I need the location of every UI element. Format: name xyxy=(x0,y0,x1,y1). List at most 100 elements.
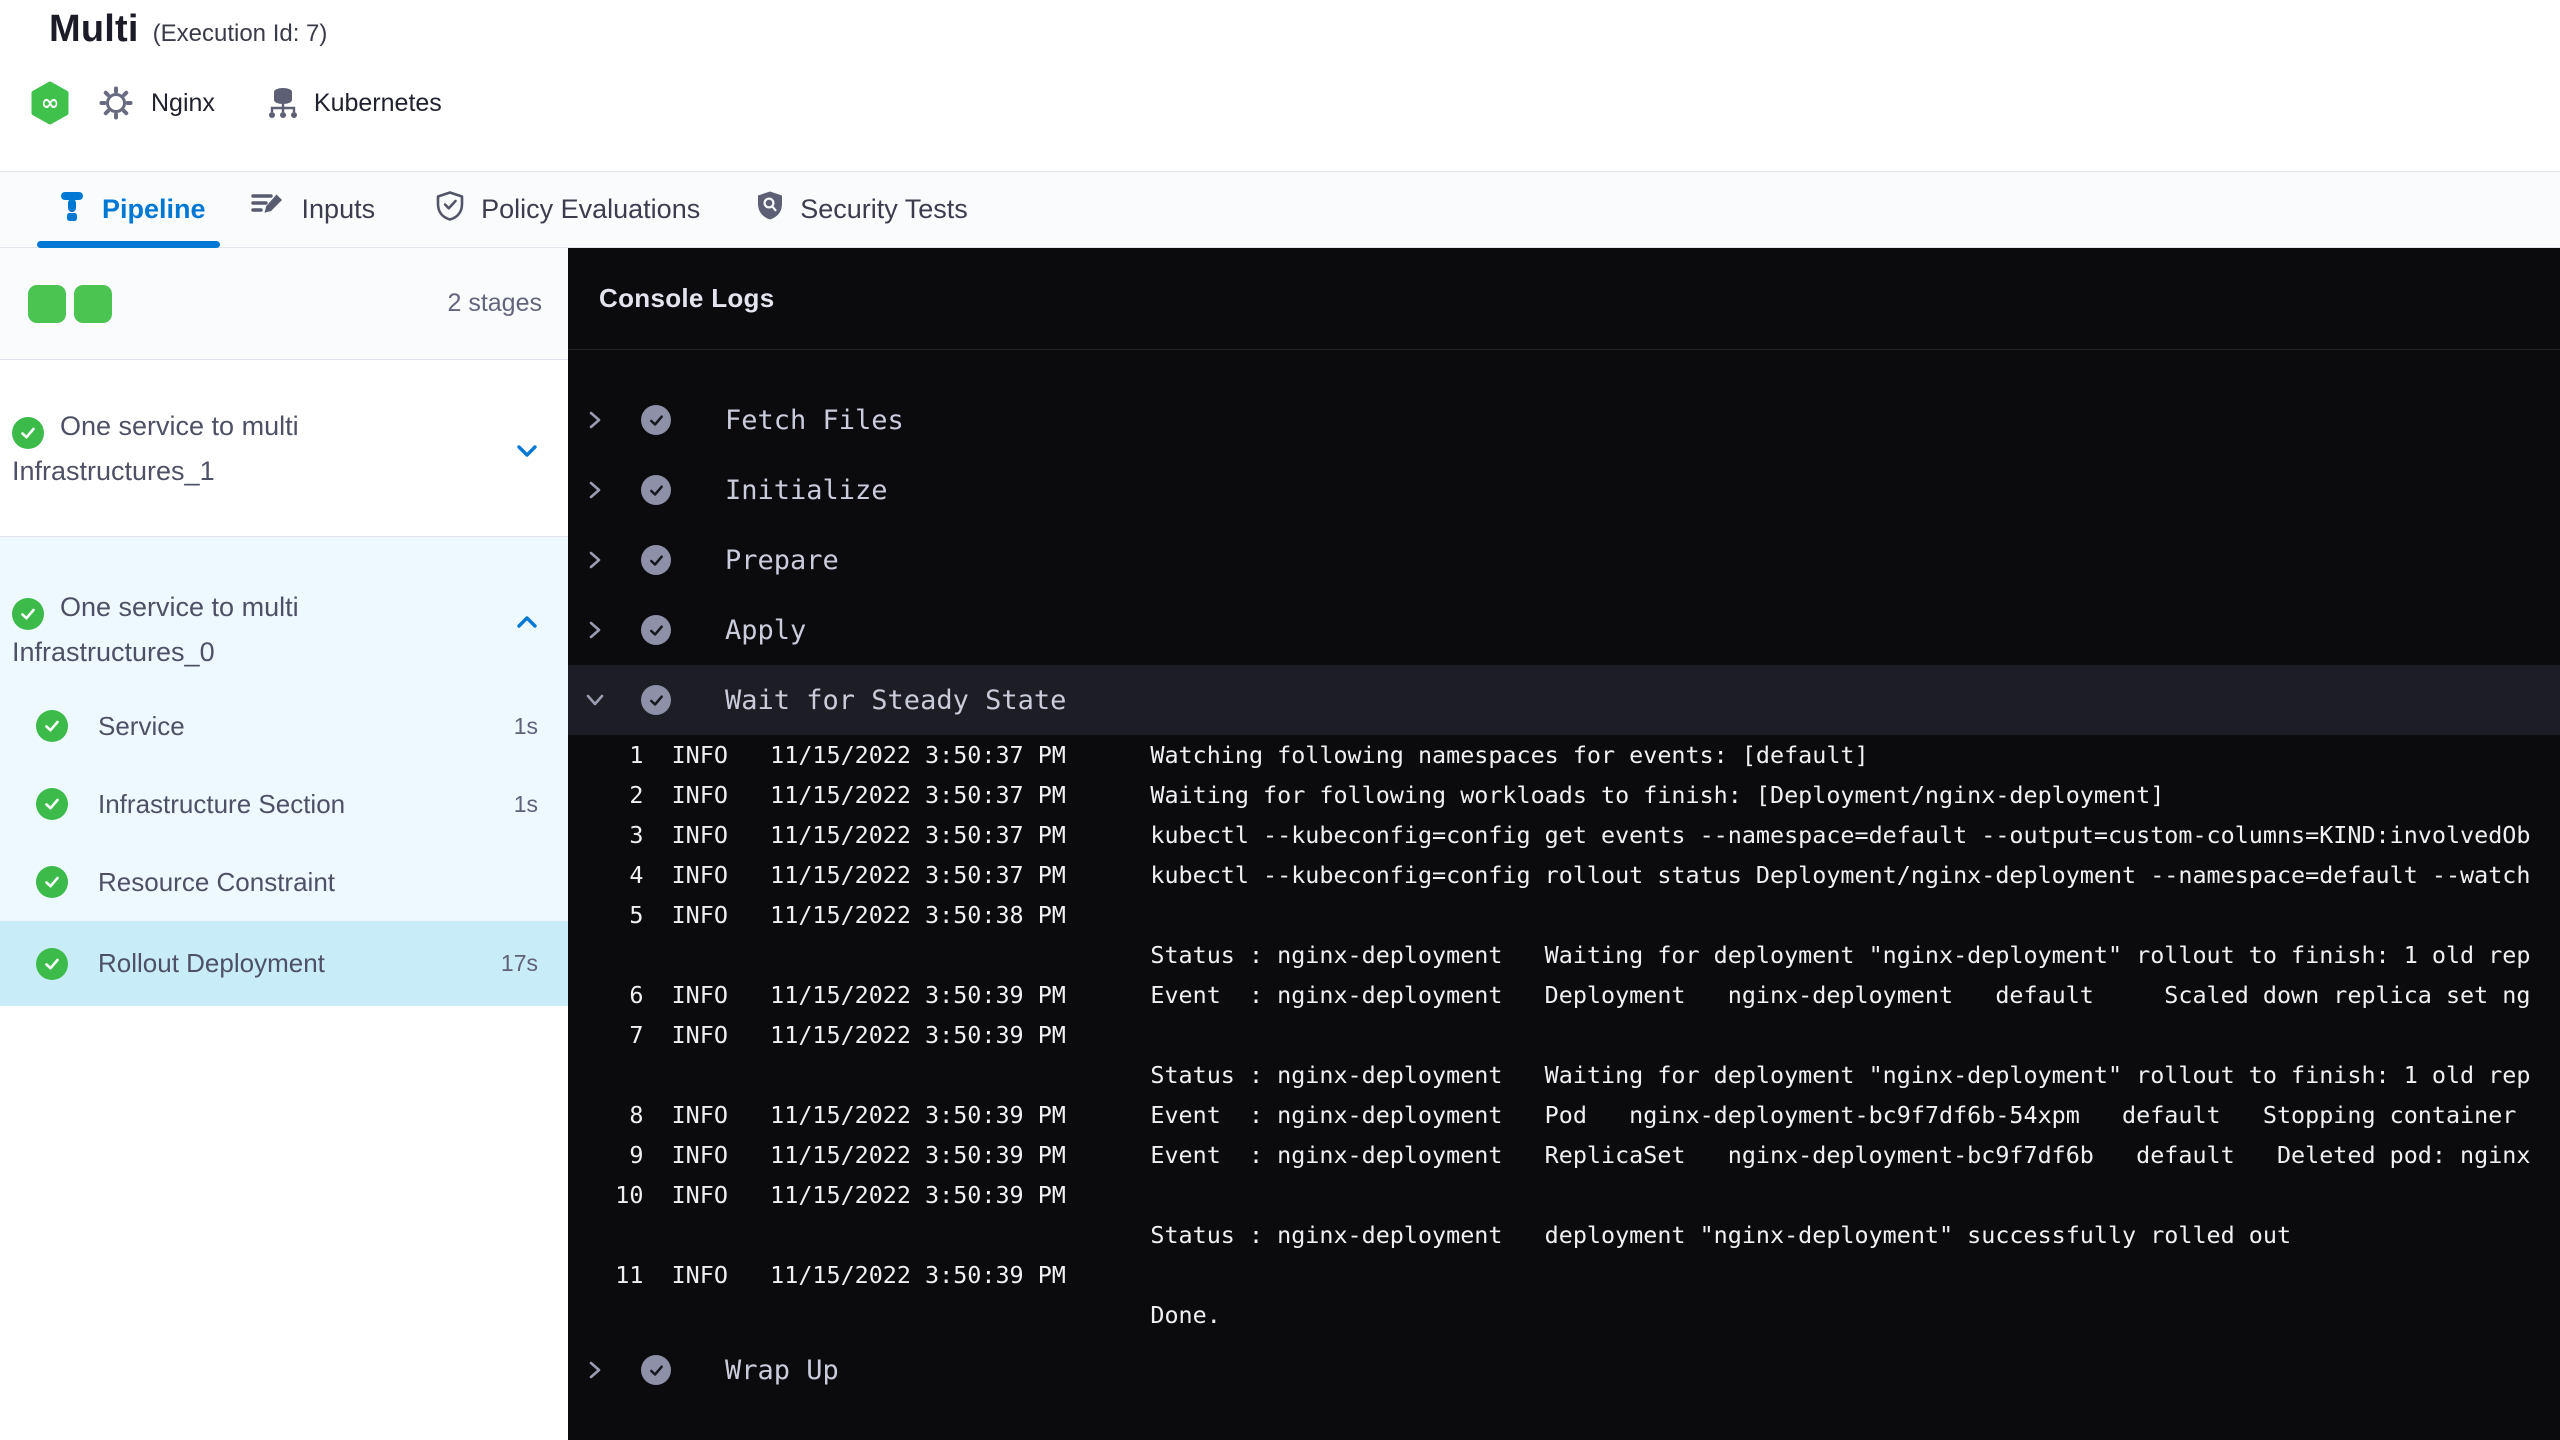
shield-search-icon xyxy=(756,190,784,229)
chevron-down-icon[interactable] xyxy=(585,690,605,710)
execution-id: (Execution Id: 7) xyxy=(152,20,328,47)
success-check-icon xyxy=(641,685,671,715)
step-list: Service 1s Infrastructure Section 1s Res… xyxy=(0,687,568,1006)
console-log-block: 1 INFO 11/15/2022 3:50:37 PM Watching fo… xyxy=(573,735,2560,1335)
step-duration: 1s xyxy=(513,712,538,739)
console-step-list: Fetch Files Initialize Prepare Apply Wai… xyxy=(568,350,2560,1405)
console-log-line: 3 INFO 11/15/2022 3:50:37 PM kubectl --k… xyxy=(573,821,2531,849)
tab-label: Pipeline xyxy=(102,194,206,224)
success-check-icon xyxy=(36,788,68,820)
console-log-line: Status : nginx-deployment Waiting for de… xyxy=(573,941,2531,969)
stage-header[interactable]: One service to multi Infrastructures_0 xyxy=(0,537,568,687)
success-check-icon xyxy=(12,598,44,630)
stage-count-label: 2 stages xyxy=(447,289,542,317)
shield-check-icon xyxy=(435,190,465,229)
success-check-icon xyxy=(36,710,68,742)
chevron-right-icon[interactable] xyxy=(585,410,605,430)
stage-card-infrastructures-0: One service to multi Infrastructures_0 S… xyxy=(0,537,568,1006)
chevron-right-icon[interactable] xyxy=(585,620,605,640)
stage-indicator-square[interactable] xyxy=(74,284,112,323)
console-log-line: 11 INFO 11/15/2022 3:50:39 PM xyxy=(573,1261,1151,1289)
console-log-line: 4 INFO 11/15/2022 3:50:37 PM kubectl --k… xyxy=(573,861,2531,889)
console-logs-panel: Console Logs Fetch Files Initialize Prep… xyxy=(568,248,2560,1440)
step-label: Service xyxy=(98,710,185,741)
stage-name: One service to multi Infrastructures_0 xyxy=(12,592,299,667)
pipeline-icon xyxy=(58,190,86,229)
inputs-icon xyxy=(250,191,286,228)
tab-label: Inputs xyxy=(301,194,376,224)
stage-title: One service to multi Infrastructures_0 xyxy=(12,585,556,675)
stage-name: One service to multi Infrastructures_1 xyxy=(12,411,299,486)
console-step-label: Prepare xyxy=(725,544,839,576)
tab-inputs[interactable]: Inputs xyxy=(250,172,376,247)
sidebar-step-row[interactable]: Infrastructure Section 1s xyxy=(0,765,568,843)
console-step-label: Initialize xyxy=(725,474,888,506)
console-log-line: 10 INFO 11/15/2022 3:50:39 PM xyxy=(573,1181,1151,1209)
stage-title: One service to multi Infrastructures_1 xyxy=(12,404,556,494)
sidebar-step-row[interactable]: Service 1s xyxy=(0,687,568,765)
console-log-line: 5 INFO 11/15/2022 3:50:38 PM xyxy=(573,901,1151,929)
console-step-label: Apply xyxy=(725,614,807,646)
console-log-line: Done. xyxy=(573,1301,1221,1329)
tab-security-tests[interactable]: Security Tests xyxy=(756,172,968,247)
console-step-row[interactable]: Apply xyxy=(568,595,2560,665)
success-check-icon xyxy=(641,545,671,575)
step-label: Rollout Deployment xyxy=(98,948,325,978)
chevron-up-icon[interactable] xyxy=(516,615,538,634)
console-header: Console Logs xyxy=(568,248,2560,350)
service-name: Nginx xyxy=(151,88,215,117)
step-label: Resource Constraint xyxy=(98,866,335,897)
chevron-down-icon[interactable] xyxy=(516,444,538,463)
gear-icon xyxy=(99,86,133,120)
console-log-line: 8 INFO 11/15/2022 3:50:39 PM Event : ngi… xyxy=(573,1101,2517,1129)
console-step-label: Wrap Up xyxy=(725,1354,839,1386)
stage-card-infrastructures-1[interactable]: One service to multi Infrastructures_1 xyxy=(0,360,568,537)
step-label: Infrastructure Section xyxy=(98,788,346,819)
console-step-label: Wait for Steady State xyxy=(725,684,1067,716)
console-log-line: Status : nginx-deployment deployment "ng… xyxy=(573,1221,2292,1249)
step-duration: 1s xyxy=(513,790,538,817)
chevron-right-icon[interactable] xyxy=(585,550,605,570)
success-check-icon xyxy=(36,947,68,980)
tab-label: Security Tests xyxy=(800,194,968,224)
stages-sidebar: 2 stages One service to multi Infrastruc… xyxy=(0,248,568,1440)
console-log-line: 2 INFO 11/15/2022 3:50:37 PM Waiting for… xyxy=(573,781,2165,809)
step-duration: 17s xyxy=(500,950,538,976)
svg-text:∞: ∞ xyxy=(41,91,59,116)
stage-indicator-square[interactable] xyxy=(28,284,66,323)
sidebar-step-row[interactable]: Resource Constraint xyxy=(0,843,568,921)
console-step-row[interactable]: Wrap Up xyxy=(568,1335,2560,1405)
console-step-row[interactable]: Initialize xyxy=(568,455,2560,525)
console-step-row[interactable]: Prepare xyxy=(568,525,2560,595)
infrastructure-name: Kubernetes xyxy=(313,88,442,117)
console-log-line: 9 INFO 11/15/2022 3:50:39 PM Event : ngi… xyxy=(573,1141,2531,1169)
success-check-icon xyxy=(641,1355,671,1385)
console-step-row[interactable]: Fetch Files xyxy=(568,385,2560,455)
header: Multi (Execution Id: 7) ∞ Nginx Kubernet… xyxy=(0,0,2560,171)
infrastructure-icon xyxy=(266,85,300,121)
chevron-right-icon[interactable] xyxy=(585,480,605,500)
console-step-row[interactable]: Wait for Steady State xyxy=(568,665,2560,735)
tab-label: Policy Evaluations xyxy=(481,194,701,224)
console-title: Console Logs xyxy=(599,283,775,313)
title-row: Multi (Execution Id: 7) xyxy=(49,8,327,51)
console-log-line: 1 INFO 11/15/2022 3:50:37 PM Watching fo… xyxy=(573,741,1869,769)
sidebar-step-row[interactable]: Rollout Deployment 17s xyxy=(0,921,568,1006)
services-row: ∞ Nginx Kubernetes xyxy=(30,80,442,126)
success-check-icon xyxy=(641,615,671,645)
tab-pipeline[interactable]: Pipeline xyxy=(37,172,220,248)
success-check-icon xyxy=(641,475,671,505)
stage-summary: 2 stages xyxy=(0,248,568,360)
console-step-label: Fetch Files xyxy=(725,404,904,436)
tab-policy-evaluations[interactable]: Policy Evaluations xyxy=(435,172,700,247)
pipeline-execution-page: Multi (Execution Id: 7) ∞ Nginx Kubernet… xyxy=(0,0,2560,1440)
success-check-icon xyxy=(641,405,671,435)
harness-cd-icon: ∞ xyxy=(30,81,70,125)
success-check-icon xyxy=(12,417,44,449)
page-title: Multi xyxy=(49,8,139,50)
console-log-line: Status : nginx-deployment Waiting for de… xyxy=(573,1061,2531,1089)
console-log-line: 6 INFO 11/15/2022 3:50:39 PM Event : ngi… xyxy=(573,981,2531,1009)
success-check-icon xyxy=(36,866,68,898)
chevron-right-icon[interactable] xyxy=(585,1360,605,1380)
console-log-line: 7 INFO 11/15/2022 3:50:39 PM xyxy=(573,1021,1151,1049)
